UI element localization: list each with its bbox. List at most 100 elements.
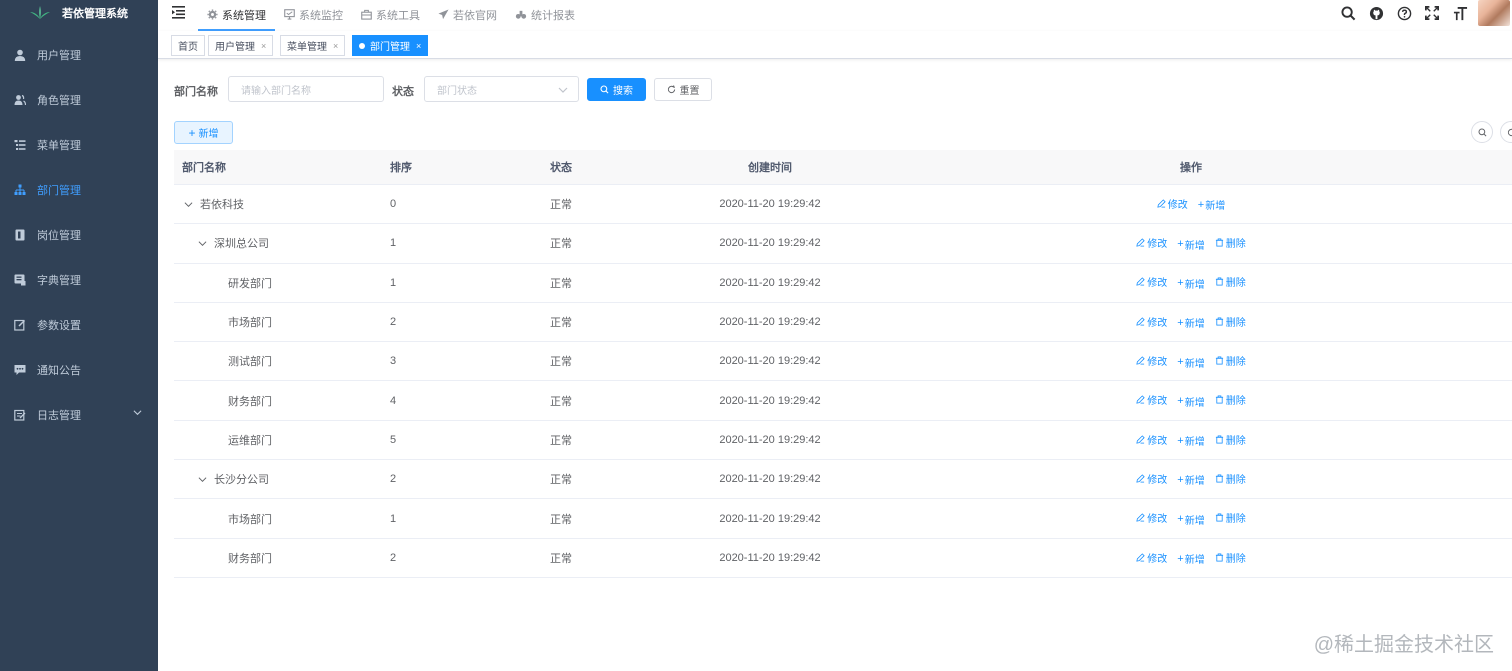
- delete-button[interactable]: 删除: [1215, 550, 1246, 565]
- reset-button[interactable]: 重置: [654, 78, 712, 101]
- chevron-down-icon[interactable]: [182, 200, 194, 209]
- tool-icon: [361, 9, 376, 20]
- add-child-button[interactable]: + 新增: [1177, 315, 1204, 331]
- delete-button[interactable]: 删除: [1215, 314, 1246, 329]
- gear-icon: [207, 9, 222, 20]
- sidebar-item-6[interactable]: 参数设置: [0, 302, 158, 347]
- sidebar-item-0[interactable]: 用户管理: [0, 32, 158, 77]
- add-child-button[interactable]: + 新增: [1198, 197, 1225, 213]
- add-child-button[interactable]: + 新增: [1177, 355, 1204, 370]
- cell-status: 正常: [550, 474, 572, 487]
- cell-status: 正常: [550, 277, 572, 290]
- tag-menu-management[interactable]: 菜单管理 ×: [280, 35, 346, 56]
- search-tool[interactable]: [1334, 1, 1362, 25]
- edit-button[interactable]: 修改: [1136, 471, 1167, 486]
- dept-name-input[interactable]: 请输入部门名称: [228, 76, 384, 102]
- add-child-button[interactable]: + 新增: [1177, 551, 1204, 567]
- search-button[interactable]: 搜索: [587, 78, 646, 101]
- edit-button[interactable]: 修改: [1136, 392, 1167, 407]
- delete-button[interactable]: 删除: [1215, 471, 1246, 486]
- add-child-button[interactable]: + 新增: [1177, 433, 1204, 449]
- hamburger-icon[interactable]: [171, 4, 187, 20]
- table-row: 财务部门 2 正常 2020-11-20 19:29:42 修改 + 新增 删除: [174, 539, 1512, 578]
- toggle-search-button[interactable]: [1471, 121, 1493, 143]
- delete-button[interactable]: 删除: [1215, 235, 1246, 250]
- github-tool[interactable]: [1362, 1, 1390, 25]
- add-child-icon: +: [1177, 473, 1184, 486]
- delete-button[interactable]: 删除: [1215, 510, 1246, 525]
- sidebar-brand[interactable]: 若依管理系统: [0, 0, 158, 26]
- edit-icon: [14, 319, 26, 331]
- sidebar-item-1[interactable]: 角色管理: [0, 77, 158, 122]
- topnav-item-4[interactable]: 统计报表: [506, 0, 584, 31]
- sidebar-item-label: 参数设置: [37, 319, 81, 332]
- sidebar-item-8[interactable]: 日志管理: [0, 392, 158, 437]
- edit-button[interactable]: 修改: [1136, 550, 1167, 565]
- edit-button[interactable]: 修改: [1136, 510, 1167, 525]
- topnav-item-2[interactable]: 系统工具: [352, 0, 429, 31]
- cell-status: 正常: [550, 395, 572, 408]
- edit-button[interactable]: 修改: [1157, 196, 1188, 211]
- close-icon[interactable]: ×: [333, 41, 338, 51]
- tag-user-management[interactable]: 用户管理 ×: [208, 35, 274, 56]
- size-tool[interactable]: [1446, 1, 1474, 25]
- sidebar-item-2[interactable]: 菜单管理: [0, 122, 158, 167]
- edit-button[interactable]: 修改: [1136, 314, 1167, 329]
- sidebar-item-7[interactable]: 通知公告: [0, 347, 158, 392]
- delete-button-label: 删除: [1225, 357, 1246, 369]
- tag-home[interactable]: 首页: [171, 35, 205, 56]
- edit-button[interactable]: 修改: [1136, 353, 1167, 368]
- add-child-icon: +: [1177, 316, 1184, 329]
- chevron-down-icon[interactable]: [196, 239, 208, 248]
- add-child-button[interactable]: + 新增: [1177, 512, 1204, 527]
- delete-icon: [1215, 474, 1226, 483]
- add-child-button[interactable]: + 新增: [1177, 237, 1204, 252]
- plus-icon: +: [188, 125, 196, 140]
- sidebar-item-label: 角色管理: [37, 94, 81, 107]
- close-icon[interactable]: ×: [416, 41, 421, 51]
- topnav-item-1[interactable]: 系统监控: [275, 0, 352, 31]
- sidebar-item-5[interactable]: 字典管理: [0, 257, 158, 302]
- cell-dept-name: 财务部门: [174, 393, 382, 409]
- edit-button[interactable]: 修改: [1136, 274, 1167, 289]
- cell-sort: 5: [390, 433, 397, 446]
- sidebar-item-4[interactable]: 岗位管理: [0, 212, 158, 257]
- close-icon[interactable]: ×: [261, 41, 266, 51]
- topnav-item-3[interactable]: 若依官网: [429, 0, 506, 31]
- delete-button[interactable]: 删除: [1215, 274, 1246, 289]
- delete-button[interactable]: 删除: [1215, 353, 1246, 368]
- delete-button[interactable]: 删除: [1215, 392, 1246, 407]
- edit-button[interactable]: 修改: [1136, 432, 1167, 447]
- sidebar-item-label: 菜单管理: [37, 139, 81, 152]
- topnav-item-0[interactable]: 系统管理: [198, 0, 275, 31]
- delete-button-label: 删除: [1225, 474, 1246, 486]
- add-child-button[interactable]: + 新增: [1177, 276, 1204, 291]
- help-tool[interactable]: [1390, 1, 1418, 25]
- edit-button[interactable]: 修改: [1136, 235, 1167, 250]
- user-icon: [14, 49, 26, 61]
- search-icon: [1477, 127, 1486, 136]
- refresh-table-button[interactable]: [1500, 121, 1512, 143]
- reset-button-label: 重置: [679, 86, 700, 97]
- add-button[interactable]: + 新增: [174, 121, 233, 144]
- cell-dept-name: 市场部门: [174, 314, 382, 330]
- cell-actions: 修改 + 新增 删除: [870, 274, 1512, 291]
- edit-icon: [1136, 552, 1147, 562]
- tag-dept-management[interactable]: 部门管理 ×: [352, 35, 429, 56]
- delete-button[interactable]: 删除: [1215, 432, 1246, 447]
- edit-icon: [1136, 474, 1147, 483]
- cell-sort: 3: [390, 355, 397, 368]
- github-icon: [1369, 6, 1383, 20]
- sidebar-item-3[interactable]: 部门管理: [0, 167, 158, 212]
- cell-actions: 修改 + 新增 删除: [870, 471, 1512, 488]
- add-child-button[interactable]: + 新增: [1177, 394, 1204, 409]
- status-select[interactable]: 部门状态: [424, 76, 579, 102]
- edit-button-label: 修改: [1167, 199, 1188, 211]
- user-avatar[interactable]: [1478, 0, 1510, 26]
- chevron-down-icon[interactable]: [196, 475, 208, 484]
- edit-button-label: 修改: [1147, 317, 1168, 329]
- cell-actions: 修改 + 新增: [870, 196, 1512, 213]
- fullscreen-tool[interactable]: [1418, 1, 1446, 25]
- add-child-button[interactable]: + 新增: [1177, 472, 1204, 488]
- tag-label: 用户管理: [215, 42, 255, 53]
